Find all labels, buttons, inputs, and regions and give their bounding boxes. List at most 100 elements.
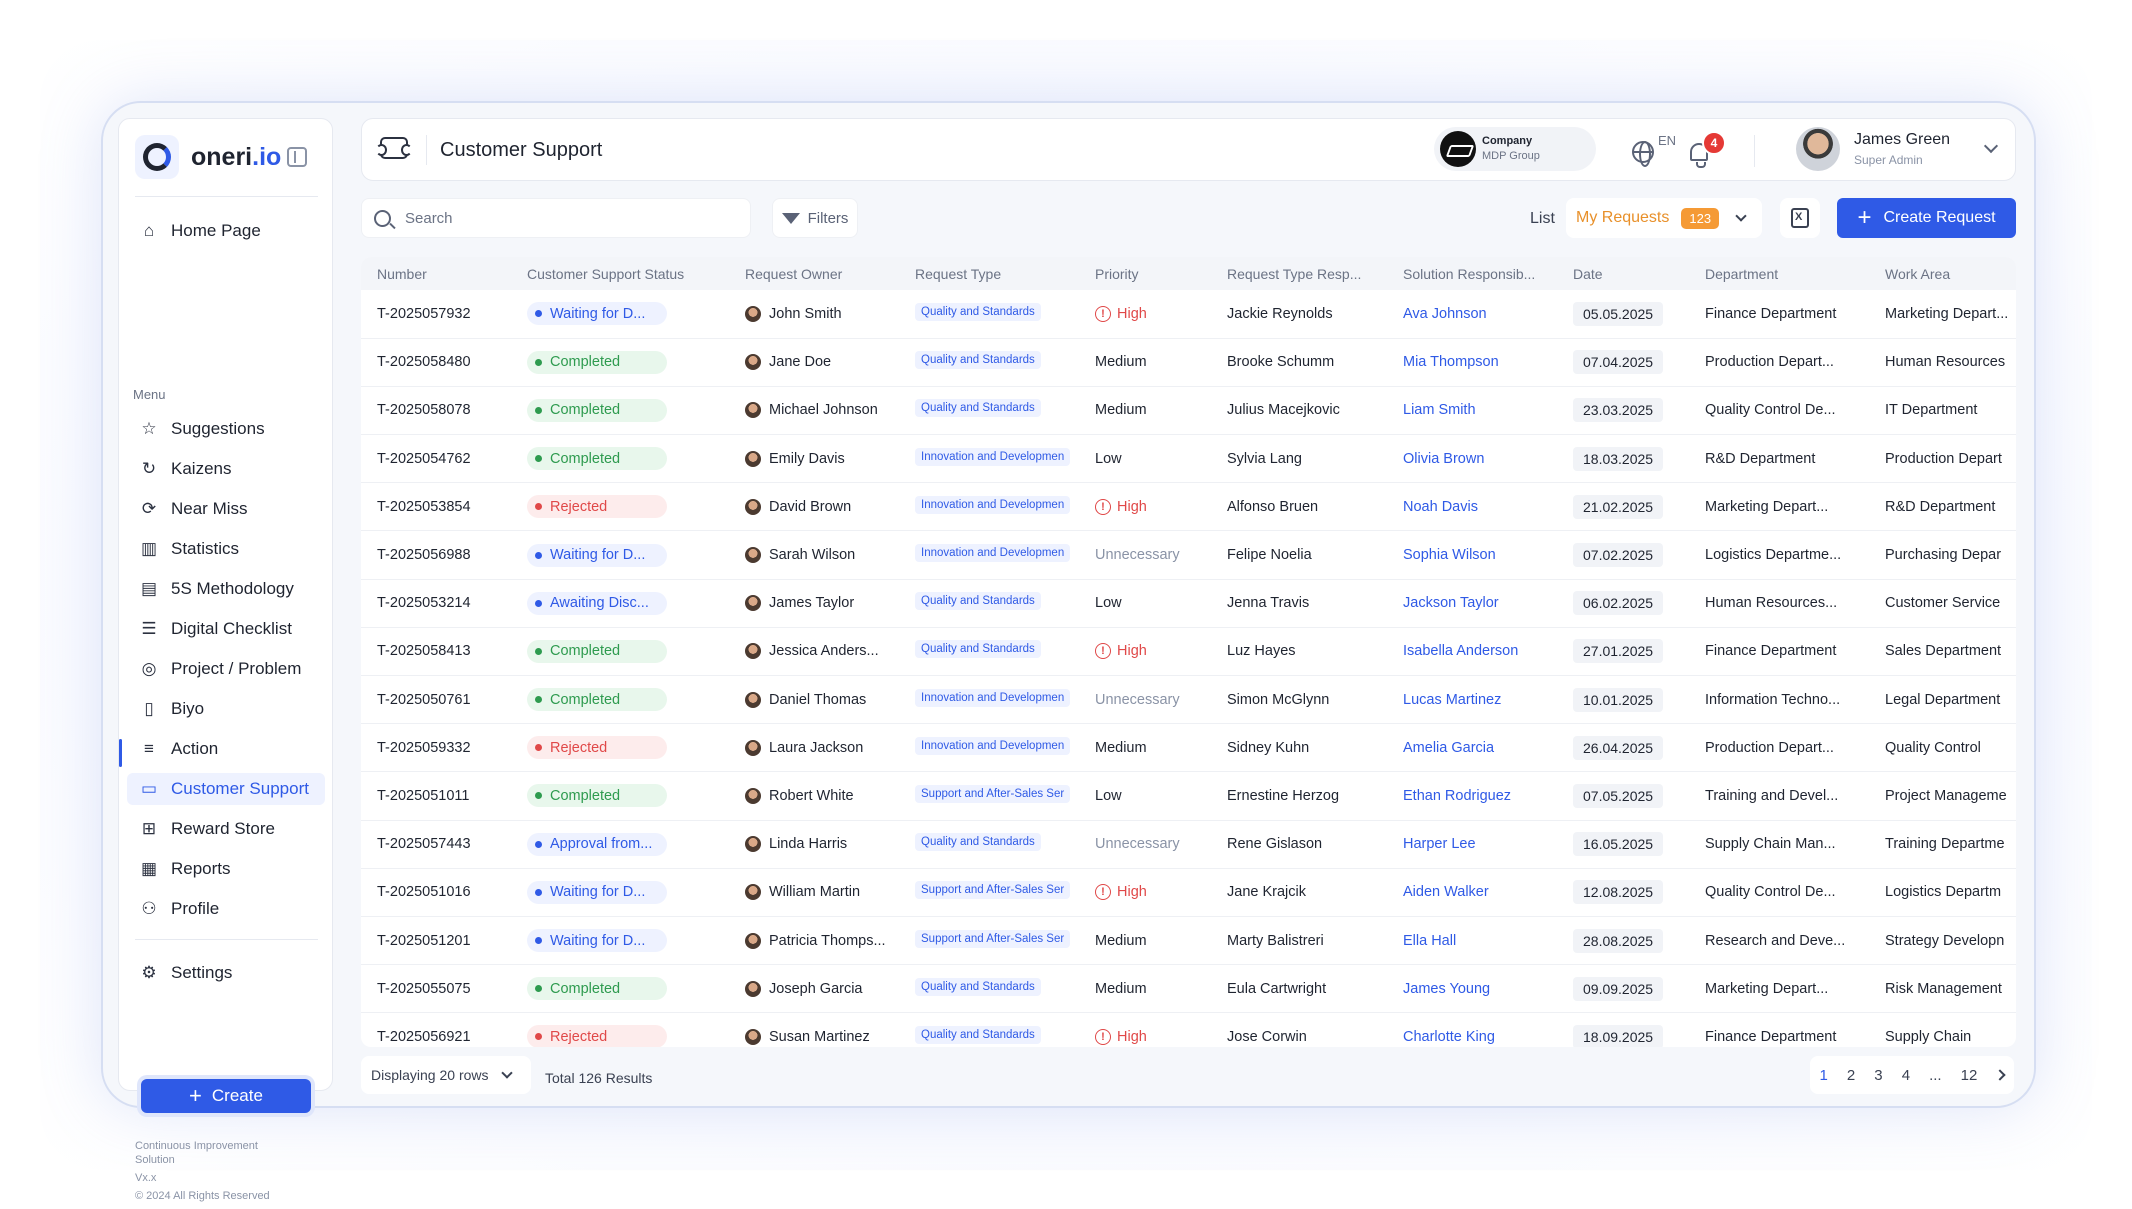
sidebar-item-near-miss[interactable]: ⟳ Near Miss	[139, 493, 248, 525]
solution-responsible-link[interactable]: Olivia Brown	[1403, 451, 1484, 467]
avatar[interactable]	[1796, 127, 1840, 171]
sidebar-collapse-icon[interactable]	[287, 147, 307, 167]
column-header[interactable]: Customer Support Status	[511, 257, 729, 290]
column-header[interactable]: Priority	[1079, 257, 1211, 290]
solution-responsible-link[interactable]: Aiden Walker	[1403, 884, 1489, 900]
page-button[interactable]: 2	[1847, 1067, 1855, 1084]
cell-owner: Robert White	[729, 771, 899, 821]
solution-responsible-link[interactable]: Ethan Rodriguez	[1403, 788, 1511, 804]
create-button[interactable]: + Create	[141, 1079, 311, 1113]
table-row[interactable]: T-2025051011 Completed Robert White Support…	[361, 771, 2016, 821]
solution-responsible-link[interactable]: Noah Davis	[1403, 499, 1478, 515]
request-type-tag: Quality and Standards	[915, 833, 1041, 852]
sidebar-item-reports[interactable]: ▦ Reports	[139, 853, 231, 885]
sidebar-item-reward-store[interactable]: ⊞ Reward Store	[139, 813, 275, 845]
table-row[interactable]: T-2025053214 Awaiting Disc... James Taylor…	[361, 579, 2016, 628]
column-header[interactable]: Work Area	[1869, 257, 2016, 290]
solution-responsible-link[interactable]: Amelia Garcia	[1403, 740, 1494, 756]
table-row[interactable]: T-2025050761 Completed Daniel Thomas Innova…	[361, 675, 2016, 725]
solution-responsible-link[interactable]: Ava Johnson	[1403, 306, 1487, 322]
cell-solution-responsible[interactable]: Ethan Rodriguez	[1387, 771, 1557, 821]
sidebar-item-home[interactable]: ⌂ Home Page	[139, 215, 261, 247]
cell-solution-responsible[interactable]: Olivia Brown	[1387, 434, 1557, 484]
cell-solution-responsible[interactable]: Charlotte King	[1387, 1012, 1557, 1047]
table-row[interactable]: T-2025057443 Approval from... Linda Harris…	[361, 820, 2016, 869]
rows-per-page-dropdown[interactable]: Displaying 20 rows	[361, 1056, 531, 1094]
my-requests-dropdown[interactable]: My Requests 123	[1566, 198, 1762, 238]
cell-solution-responsible[interactable]: Lucas Martinez	[1387, 675, 1557, 725]
filters-button[interactable]: Filters	[772, 198, 858, 238]
sidebar-item-statistics[interactable]: ▥ Statistics	[139, 533, 239, 565]
chevron-right-icon[interactable]	[1994, 1069, 2007, 1081]
top-header: Customer Support Company MDP Group EN 4 …	[361, 118, 2016, 181]
sidebar-item-digital-checklist[interactable]: ☰ Digital Checklist	[139, 613, 292, 645]
solution-responsible-link[interactable]: Isabella Anderson	[1403, 643, 1518, 659]
solution-responsible-link[interactable]: Ella Hall	[1403, 933, 1456, 949]
cell-solution-responsible[interactable]: Mia Thompson	[1387, 338, 1557, 387]
page-button[interactable]: 4	[1902, 1067, 1910, 1084]
column-header[interactable]: Request Type	[899, 257, 1079, 290]
column-header[interactable]: Number	[361, 257, 511, 290]
cell-solution-responsible[interactable]: Harper Lee	[1387, 820, 1557, 869]
solution-responsible-link[interactable]: Liam Smith	[1403, 402, 1476, 418]
solution-responsible-link[interactable]: Lucas Martinez	[1403, 692, 1501, 708]
table-row[interactable]: T-2025055075 Completed Joseph Garcia Qualit…	[361, 964, 2016, 1014]
column-header[interactable]: Date	[1557, 257, 1689, 290]
sidebar-item-kaizens[interactable]: ↻ Kaizens	[139, 453, 232, 485]
column-header[interactable]: Request Owner	[729, 257, 899, 290]
page-button[interactable]: 1	[1820, 1067, 1828, 1084]
cell-solution-responsible[interactable]: Ella Hall	[1387, 916, 1557, 966]
chevron-down-icon[interactable]	[1983, 138, 1999, 154]
language-code[interactable]: EN	[1658, 133, 1676, 148]
solution-responsible-link[interactable]: James Young	[1403, 981, 1490, 997]
solution-responsible-link[interactable]: Harper Lee	[1403, 836, 1476, 852]
column-header[interactable]: Request Type Resp...	[1211, 257, 1387, 290]
globe-icon[interactable]	[1632, 141, 1654, 167]
sidebar-item-biyo[interactable]: ▯ Biyo	[139, 693, 204, 725]
table-row[interactable]: T-2025058078 Completed Michael Johnson Qual…	[361, 386, 2016, 436]
cell-solution-responsible[interactable]: Noah Davis	[1387, 482, 1557, 532]
cell-solution-responsible[interactable]: Amelia Garcia	[1387, 723, 1557, 773]
table-row[interactable]: T-2025058480 Completed Jane Doe Quality and…	[361, 338, 2016, 387]
solution-responsible-link[interactable]: Charlotte King	[1403, 1029, 1495, 1045]
solution-responsible-link[interactable]: Jackson Taylor	[1403, 595, 1499, 611]
cell-solution-responsible[interactable]: Aiden Walker	[1387, 868, 1557, 917]
cell-solution-responsible[interactable]: Isabella Anderson	[1387, 627, 1557, 677]
cell-solution-responsible[interactable]: James Young	[1387, 964, 1557, 1014]
sidebar-item-suggestions[interactable]: ☆ Suggestions	[139, 413, 264, 445]
table-row[interactable]: T-2025056988 Waiting for D... Sarah Wilson…	[361, 530, 2016, 580]
cell-solution-responsible[interactable]: Liam Smith	[1387, 386, 1557, 436]
table-row[interactable]: T-2025057932 Waiting for D... John Smith Qu…	[361, 290, 2016, 339]
sidebar-item-5s-methodology[interactable]: ▤ 5S Methodology	[139, 573, 294, 605]
column-header[interactable]: Department	[1689, 257, 1869, 290]
logo[interactable]: oneri.io	[135, 135, 281, 179]
sidebar-item-customer-support[interactable]: ▭ Customer Support	[127, 773, 325, 805]
export-excel-button[interactable]	[1780, 198, 1820, 238]
table-row[interactable]: T-2025054762 Completed Emily Davis Innovati…	[361, 434, 2016, 484]
table-row[interactable]: T-2025051201 Waiting for D... Patricia Tho…	[361, 916, 2016, 966]
table-row[interactable]: T-2025051016 Waiting for D... William Mart…	[361, 868, 2016, 917]
solution-responsible-link[interactable]: Sophia Wilson	[1403, 547, 1496, 563]
table-row[interactable]: T-2025059332 Rejected Laura Jackson Innovat…	[361, 723, 2016, 773]
page-button[interactable]: 3	[1874, 1067, 1882, 1084]
sidebar-item-action[interactable]: ≡ Action	[139, 733, 218, 765]
page-button[interactable]: 12	[1961, 1067, 1978, 1084]
cell-solution-responsible[interactable]: Sophia Wilson	[1387, 530, 1557, 580]
search-input[interactable]	[405, 209, 735, 227]
cell-solution-responsible[interactable]: Ava Johnson	[1387, 290, 1557, 339]
cell-owner: Susan Martinez	[729, 1012, 899, 1047]
solution-responsible-link[interactable]: Mia Thompson	[1403, 354, 1499, 370]
create-request-button[interactable]: + Create Request	[1837, 198, 2016, 238]
user-name[interactable]: James Green	[1854, 131, 1950, 149]
sidebar-item-settings[interactable]: ⚙ Settings	[139, 957, 232, 989]
cell-solution-responsible[interactable]: Jackson Taylor	[1387, 579, 1557, 628]
column-header[interactable]: Solution Responsib...	[1387, 257, 1557, 290]
status-dot-icon	[535, 358, 542, 366]
request-type-tag: Quality and Standards	[915, 640, 1041, 659]
company-selector[interactable]: Company MDP Group	[1434, 127, 1596, 171]
table-row[interactable]: T-2025058413 Completed Jessica Anders... Qu…	[361, 627, 2016, 677]
table-row[interactable]: T-2025056921 Rejected Susan Martinez Qualit…	[361, 1012, 2016, 1047]
sidebar-item-profile[interactable]: ⚇ Profile	[139, 893, 219, 925]
sidebar-item-project-problem[interactable]: ◎ Project / Problem	[139, 653, 302, 685]
table-row[interactable]: T-2025053854 Rejected David Brown Innovatio…	[361, 482, 2016, 532]
